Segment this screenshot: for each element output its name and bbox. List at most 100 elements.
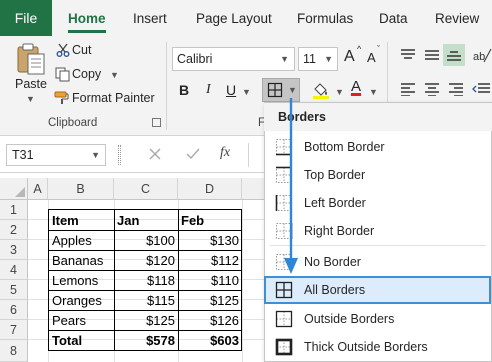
font-name-value: Calibri	[177, 52, 213, 66]
cell-b5[interactable]: Lemons	[49, 270, 113, 290]
formula-bar-splitter[interactable]	[118, 145, 121, 165]
cell-c5[interactable]: $118	[114, 270, 178, 290]
cell-b4[interactable]: Bananas	[49, 250, 113, 270]
fill-color-icon[interactable]	[311, 80, 331, 100]
cell-d8[interactable]: $603	[178, 330, 242, 350]
formula-bar-divider	[248, 143, 249, 167]
menu-item-thick-outside-borders[interactable]: Thick Outside Borders	[266, 333, 490, 360]
annotation-arrow-icon	[284, 98, 298, 274]
menu-item-label: Left Border	[304, 195, 366, 210]
copy-chevron-icon[interactable]: ▼	[110, 70, 119, 80]
cell-c3[interactable]: $100	[114, 230, 178, 250]
menu-item-outside-borders[interactable]: Outside Borders	[266, 305, 490, 332]
row-header-5[interactable]: 5	[0, 280, 28, 300]
copy-button[interactable]: Copy	[72, 66, 101, 82]
menu-separator	[270, 245, 486, 246]
font-size-chevron-icon[interactable]: ▼	[324, 54, 333, 64]
align-bottom-button[interactable]	[443, 44, 465, 66]
cell-d6[interactable]: $125	[178, 290, 242, 310]
svg-text:ab: ab	[473, 51, 485, 63]
cancel-x-icon[interactable]	[148, 147, 162, 161]
column-header-e[interactable]	[242, 178, 264, 200]
align-right-icon[interactable]	[448, 82, 464, 97]
enter-check-icon[interactable]	[185, 147, 201, 161]
menu-item-all-borders[interactable]: All Borders	[264, 276, 491, 304]
font-color-button[interactable]: A	[351, 78, 361, 95]
cell-b3[interactable]: Apples	[49, 230, 113, 250]
borders-chevron-icon[interactable]: ▼	[288, 85, 297, 95]
paste-icon[interactable]	[14, 42, 48, 76]
column-header-a[interactable]: A	[28, 178, 48, 200]
row-header-1[interactable]: 1	[0, 200, 28, 220]
decrease-indent-icon[interactable]	[472, 82, 490, 96]
font-color-chevron-icon[interactable]: ▼	[369, 87, 378, 97]
orientation-icon[interactable]: ab	[472, 46, 492, 64]
cell-b7[interactable]: Pears	[49, 310, 113, 330]
row-header-8[interactable]: 8	[0, 340, 28, 362]
grow-font-button[interactable]: A	[344, 48, 355, 66]
cell-b6[interactable]: Oranges	[49, 290, 113, 310]
borders-icon	[267, 82, 283, 98]
select-all-corner[interactable]	[0, 178, 28, 200]
all-borders-icon	[275, 281, 293, 299]
row-header-3[interactable]: 3	[0, 240, 28, 260]
name-box-value: T31	[12, 148, 34, 162]
paste-button[interactable]: Paste	[15, 77, 47, 91]
row-header-4[interactable]: 4	[0, 260, 28, 280]
paste-chevron-icon[interactable]: ▼	[26, 94, 35, 104]
name-box-chevron-icon[interactable]: ▼	[91, 150, 100, 160]
menu-item-label: Bottom Border	[304, 139, 385, 154]
font-name-chevron-icon[interactable]: ▼	[280, 54, 289, 64]
menu-item-label: All Borders	[304, 283, 366, 297]
column-header-c[interactable]: C	[114, 178, 178, 200]
bold-button[interactable]: B	[179, 82, 189, 98]
row-header-2[interactable]: 2	[0, 220, 28, 240]
group-separator	[166, 42, 167, 130]
select-all-triangle-icon	[15, 187, 25, 197]
cell-c4[interactable]: $120	[114, 250, 178, 270]
row-header-6[interactable]: 6	[0, 300, 28, 320]
menu-item-label: Outside Borders	[304, 311, 395, 326]
cell-d3[interactable]: $130	[178, 230, 242, 250]
insert-function-button[interactable]: fx	[220, 145, 230, 161]
gridline	[242, 200, 243, 362]
column-header-d[interactable]: D	[178, 178, 242, 200]
tab-page-layout[interactable]: Page Layout	[196, 0, 272, 36]
cell-c7[interactable]: $125	[114, 310, 178, 330]
cell-c2[interactable]: Jan	[114, 210, 178, 230]
tab-data[interactable]: Data	[379, 0, 408, 36]
cell-c8[interactable]: $578	[114, 330, 178, 350]
cell-d2[interactable]: Feb	[178, 210, 242, 230]
font-size-combo[interactable]: 11 ▼	[298, 47, 338, 71]
font-name-combo[interactable]: Calibri ▼	[172, 47, 295, 71]
cell-b8[interactable]: Total	[49, 330, 113, 350]
cell-b2[interactable]: Item	[49, 210, 113, 230]
tab-file[interactable]: File	[0, 0, 52, 36]
grow-font-up-icon: ^	[357, 44, 362, 54]
name-box[interactable]: T31 ▼	[6, 144, 106, 166]
underline-button[interactable]: U	[226, 82, 236, 98]
italic-button[interactable]: I	[206, 82, 211, 98]
align-center-icon[interactable]	[424, 82, 440, 97]
clipboard-group-label: Clipboard	[48, 117, 98, 129]
row-header-7[interactable]: 7	[0, 320, 28, 340]
cell-d7[interactable]: $126	[178, 310, 242, 330]
cell-d4[interactable]: $112	[178, 250, 242, 270]
tab-insert[interactable]: Insert	[133, 0, 167, 36]
dialog-launcher-icon[interactable]	[152, 118, 161, 127]
cell-d5[interactable]: $110	[178, 270, 242, 290]
column-header-b[interactable]: B	[48, 178, 114, 200]
menu-item-label: Right Border	[304, 223, 375, 238]
cell-c6[interactable]: $115	[114, 290, 178, 310]
cut-button[interactable]: Cut	[72, 42, 91, 58]
tab-formulas[interactable]: Formulas	[297, 0, 353, 36]
align-left-icon[interactable]	[400, 82, 416, 97]
underline-chevron-icon[interactable]: ▼	[242, 87, 251, 97]
format-painter-button[interactable]: Format Painter	[72, 90, 155, 106]
menu-item-label: Thick Outside Borders	[304, 339, 428, 354]
align-middle-icon[interactable]	[424, 48, 440, 62]
fill-color-chevron-icon[interactable]: ▼	[335, 87, 344, 97]
align-top-icon[interactable]	[400, 48, 416, 62]
tab-review[interactable]: Review	[435, 0, 479, 36]
shrink-font-button[interactable]: A	[367, 50, 376, 65]
